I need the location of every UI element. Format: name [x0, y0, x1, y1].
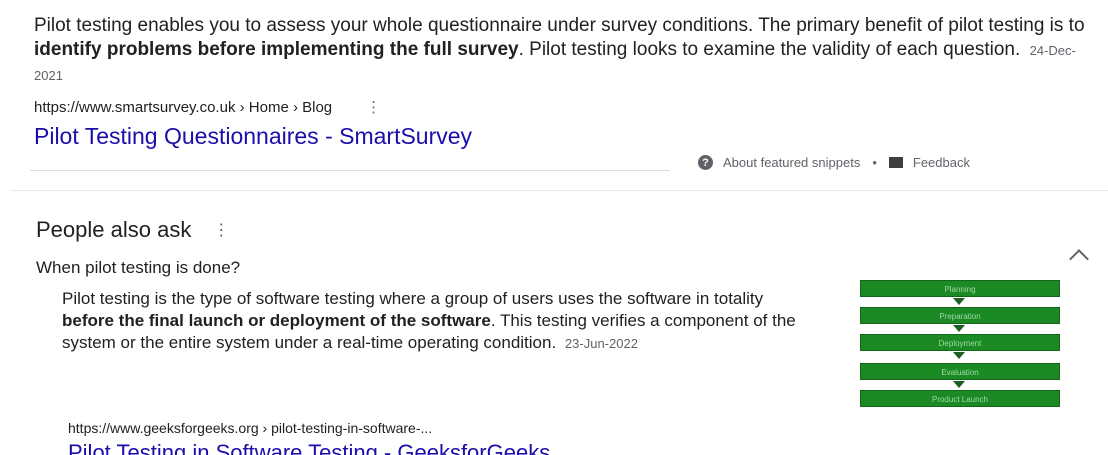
- chevron-up-icon[interactable]: [1069, 249, 1089, 269]
- divider: [10, 190, 1108, 191]
- flow-step-product-launch: Product Launch: [860, 390, 1060, 407]
- answer-bold: before the final launch or deployment of…: [62, 311, 491, 330]
- search-results-page: Pilot testing enables you to assess your…: [0, 0, 1108, 455]
- paa-question[interactable]: When pilot testing is done?: [36, 258, 240, 278]
- featured-snippet-text: Pilot testing enables you to assess your…: [34, 14, 1094, 88]
- flow-step-evaluation: Evaluation: [860, 363, 1060, 380]
- more-options-icon[interactable]: ⋮: [366, 98, 381, 116]
- snippet-text-bold: identify problems before implementing th…: [34, 39, 519, 60]
- pilot-testing-flow-diagram: Planning Preparation Deployment Evaluati…: [860, 280, 1060, 410]
- result-title-link[interactable]: Pilot Testing Questionnaires - SmartSurv…: [34, 122, 472, 150]
- result-cite-url[interactable]: https://www.smartsurvey.co.uk › Home › B…: [34, 99, 332, 116]
- answer-date: 23-Jun-2022: [564, 336, 638, 351]
- result-citation-2[interactable]: https://www.geeksforgeeks.org › pilot-te…: [68, 420, 432, 436]
- paa-answer-text: Pilot testing is the type of software te…: [62, 288, 802, 355]
- people-also-ask-heading: People also ask ⋮: [36, 217, 229, 243]
- flow-arrow: [953, 325, 965, 332]
- divider: [30, 170, 670, 171]
- flow-arrow: [953, 381, 965, 388]
- flow-arrow: [953, 352, 965, 359]
- footer-separator: •: [872, 155, 877, 170]
- result-citation: https://www.smartsurvey.co.uk › Home › B…: [34, 98, 381, 117]
- paa-heading-text: People also ask: [36, 217, 192, 242]
- flow-step-planning: Planning: [860, 280, 1060, 297]
- feedback-link[interactable]: Feedback: [913, 155, 970, 170]
- flag-icon: [888, 157, 903, 168]
- about-featured-snippets-link[interactable]: About featured snippets: [723, 155, 860, 170]
- paa-more-options-icon[interactable]: ⋮: [213, 220, 229, 240]
- snippet-text-part2: . Pilot testing looks to examine the val…: [518, 39, 1021, 60]
- flow-step-deployment: Deployment: [860, 334, 1060, 351]
- snippet-footer: ? About featured snippets • Feedback: [698, 155, 970, 170]
- answer-part1: Pilot testing is the type of software te…: [62, 289, 764, 308]
- help-circle-icon: ?: [698, 155, 713, 170]
- result-title-link-2[interactable]: Pilot Testing in Software Testing - Geek…: [68, 440, 550, 455]
- flow-arrow: [953, 298, 965, 305]
- snippet-text-part1: Pilot testing enables you to assess your…: [34, 15, 1085, 36]
- flow-step-preparation: Preparation: [860, 307, 1060, 324]
